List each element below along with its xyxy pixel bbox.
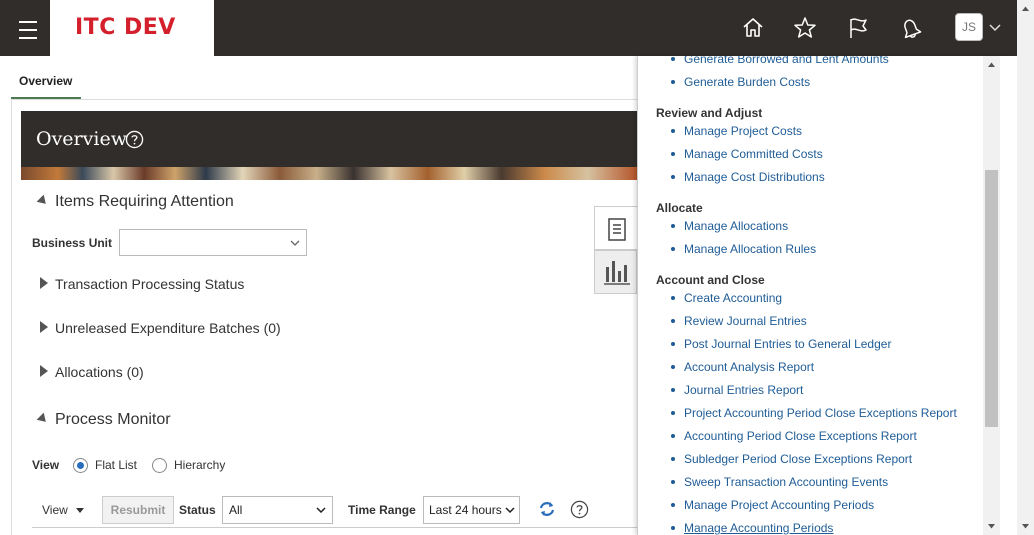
bell-icon[interactable] (895, 13, 925, 43)
flat-list-radio[interactable] (73, 458, 88, 473)
task-link[interactable]: Create Accounting (670, 291, 782, 305)
scroll-up-icon[interactable] (983, 56, 1000, 73)
analytics-panel-tab[interactable] (594, 250, 637, 294)
row-transaction-processing-status[interactable]: Transaction Processing Status (55, 276, 244, 292)
decorative-banner-image (21, 167, 637, 180)
task-link[interactable]: Manage Project Costs (670, 124, 802, 138)
row-allocations[interactable]: Allocations (0) (55, 364, 144, 380)
expand-icon[interactable] (40, 365, 48, 377)
resubmit-button[interactable]: Resubmit (102, 496, 174, 524)
scroll-down-icon[interactable] (1017, 518, 1034, 535)
task-link[interactable]: Generate Borrowed and Lent Amounts (671, 56, 889, 66)
logo-text: ITC DEV (75, 15, 176, 40)
chevron-down-icon[interactable] (988, 20, 1002, 34)
status-select[interactable]: All (222, 496, 333, 524)
view-menu-label: View (42, 503, 68, 517)
section-process-monitor[interactable]: Process Monitor (55, 411, 171, 429)
task-link[interactable]: Generate Burden Costs (670, 75, 810, 89)
page-scrollbar[interactable] (1017, 0, 1034, 535)
task-link[interactable]: Sweep Transaction Accounting Events (670, 475, 888, 489)
task-link[interactable]: Manage Committed Costs (671, 147, 823, 161)
help-icon[interactable] (570, 500, 589, 519)
business-unit-label: Business Unit (32, 236, 113, 250)
task-group-title: Review and Adjust (656, 106, 763, 120)
flag-icon[interactable] (843, 13, 873, 43)
task-link[interactable]: Subledger Period Close Exceptions Report (670, 452, 912, 466)
help-icon[interactable] (125, 130, 144, 149)
view-label: View (32, 458, 60, 472)
scroll-thumb[interactable] (985, 170, 998, 427)
chevron-down-icon (505, 507, 515, 513)
task-group-title: Allocate (656, 201, 703, 215)
hierarchy-radio[interactable] (152, 458, 167, 473)
flat-list-label[interactable]: Flat List (95, 458, 137, 472)
task-link[interactable]: Manage Allocations (670, 219, 788, 233)
logo[interactable]: ITC DEV (50, 0, 214, 56)
tasks-drawer: Generate Borrowed and Lent Amounts Gener… (637, 56, 1017, 535)
task-link[interactable]: Manage Project Accounting Periods (670, 498, 874, 512)
business-unit-select[interactable] (119, 229, 307, 256)
drawer-scrollbar[interactable] (983, 56, 1000, 535)
tasks-panel-tab[interactable] (594, 206, 637, 250)
row-unreleased-expenditure-batches[interactable]: Unreleased Expenditure Batches (0) (55, 320, 281, 336)
section-items-requiring-attention[interactable]: Items Requiring Attention (55, 193, 234, 211)
menu-icon[interactable] (10, 14, 46, 42)
task-link[interactable]: Journal Entries Report (670, 383, 803, 397)
page-title: Overview (36, 128, 127, 150)
refresh-icon[interactable] (538, 500, 556, 518)
tab-overview[interactable]: Overview (11, 62, 81, 100)
task-link[interactable]: Manage Cost Distributions (671, 170, 825, 184)
status-label: Status (179, 503, 216, 517)
home-icon[interactable] (738, 13, 768, 43)
caret-down-icon (76, 508, 85, 514)
task-link[interactable]: Post Journal Entries to General Ledger (670, 337, 891, 351)
document-icon (608, 218, 626, 241)
expand-icon[interactable] (40, 277, 48, 289)
task-link[interactable]: Accounting Period Close Exceptions Repor… (671, 429, 917, 443)
status-value: All (229, 503, 243, 517)
overview-banner: Overview (21, 111, 637, 167)
task-link[interactable]: Account Analysis Report (670, 360, 814, 374)
task-group-title: Account and Close (656, 273, 765, 287)
scroll-up-icon[interactable] (1017, 0, 1034, 17)
task-link[interactable]: Review Journal Entries (671, 314, 807, 328)
bar-chart-icon (604, 261, 630, 285)
expand-icon[interactable] (40, 321, 48, 333)
task-link[interactable]: Project Accounting Period Close Exceptio… (671, 406, 957, 420)
hierarchy-label[interactable]: Hierarchy (174, 458, 225, 472)
task-link[interactable]: Manage Allocation Rules (670, 242, 816, 256)
global-header: ITC DEV JS (0, 0, 1017, 56)
avatar[interactable]: JS (955, 13, 983, 41)
star-icon[interactable] (790, 13, 820, 43)
time-range-value: Last 24 hours (429, 503, 502, 517)
scroll-down-icon[interactable] (983, 518, 1000, 535)
time-range-select[interactable]: Last 24 hours (423, 496, 520, 524)
time-range-label: Time Range (348, 503, 416, 517)
chevron-down-icon (290, 240, 300, 246)
chevron-down-icon (316, 507, 326, 513)
table-divider (32, 527, 637, 528)
task-link[interactable]: Manage Accounting Periods (670, 521, 833, 535)
view-menu[interactable]: View (42, 503, 85, 517)
